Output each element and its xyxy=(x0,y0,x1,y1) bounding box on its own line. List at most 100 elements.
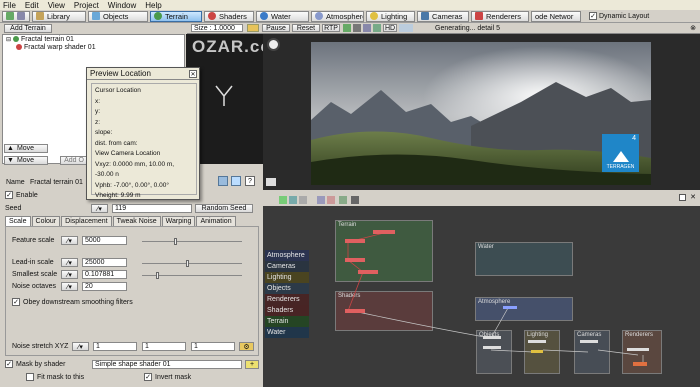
obey-smoothing-checkbox[interactable]: ✓ xyxy=(12,298,20,306)
enable-toggle[interactable]: ✓ Enable xyxy=(5,191,38,199)
menu-file[interactable]: File xyxy=(3,1,16,10)
hd-button[interactable]: HD xyxy=(383,24,397,32)
noise-stretch-anim-button[interactable]: ⁄▾ xyxy=(72,342,89,351)
paste-icon[interactable] xyxy=(231,176,241,186)
render-preview-area[interactable]: 4 TERRAGEN xyxy=(263,34,700,190)
tab-cameras[interactable]: Cameras xyxy=(417,10,469,22)
preview-settings-icon[interactable] xyxy=(247,24,259,32)
stretch-y-field[interactable]: 1 xyxy=(142,342,186,351)
invert-mask-checkbox[interactable]: ✓ xyxy=(144,373,152,381)
tab-colour[interactable]: Colour xyxy=(31,216,61,226)
wireframe-icon[interactable] xyxy=(353,24,361,32)
shader-node-icon xyxy=(16,44,22,50)
tree-item-fractal-terrain[interactable]: ⊟ Fractal terrain 01 xyxy=(3,35,184,43)
dynamic-layout-checkbox[interactable]: ✓ xyxy=(589,12,597,20)
camera-view-icon[interactable] xyxy=(363,24,371,32)
popup-close-icon[interactable]: ✕ xyxy=(189,70,197,78)
stretch-link-button[interactable]: ⚙ xyxy=(239,342,254,351)
mask-by-shader-toggle[interactable]: ✓ Mask by shader xyxy=(5,360,65,368)
slider-thumb[interactable] xyxy=(156,272,159,279)
close-preview-icon[interactable]: ⊗ xyxy=(690,24,696,32)
seed-anim-button[interactable]: ⁄▾ xyxy=(91,204,108,213)
feature-scale-slider[interactable] xyxy=(142,238,242,245)
stretch-z-field[interactable]: 1 xyxy=(191,342,235,351)
tab-scale[interactable]: Scale xyxy=(5,216,31,226)
library-icon xyxy=(36,12,44,20)
smallest-scale-anim-button[interactable]: ⁄▾ xyxy=(61,270,78,279)
tab-lighting[interactable]: Lighting xyxy=(366,10,415,22)
toolbar-icons[interactable] xyxy=(2,10,30,22)
tab-warping[interactable]: Warping xyxy=(161,216,196,226)
feature-scale-anim-button[interactable]: ⁄▾ xyxy=(61,236,78,245)
help-icon[interactable]: ? xyxy=(245,176,255,186)
animate-icon: ⁄▾ xyxy=(67,271,72,279)
move-up-button[interactable]: ▲ Move xyxy=(4,144,48,153)
lighting-view-icon[interactable] xyxy=(373,24,381,32)
cameras-icon xyxy=(421,12,429,20)
seed-field[interactable]: 119 xyxy=(112,204,192,213)
fit-mask-toggle[interactable]: Fit mask to this xyxy=(26,373,84,381)
atmosphere-icon xyxy=(315,12,323,20)
animate-icon: ⁄▾ xyxy=(78,343,83,351)
stretch-x-field[interactable]: 1 xyxy=(93,342,137,351)
menu-window[interactable]: Window xyxy=(108,1,136,10)
invert-mask-toggle[interactable]: ✓ Invert mask xyxy=(144,373,191,381)
menu-help[interactable]: Help xyxy=(145,1,161,10)
lead-in-scale-anim-button[interactable]: ⁄▾ xyxy=(61,258,78,267)
main-toolbar: Library Objects Terrain Shaders Water At… xyxy=(0,10,700,23)
name-value[interactable]: Fractal terrain 01 xyxy=(30,179,83,186)
reset-button[interactable]: Reset xyxy=(292,24,320,32)
compass-icon[interactable] xyxy=(267,38,280,51)
smallest-scale-field[interactable]: 0.107881 xyxy=(82,270,127,279)
water-icon xyxy=(260,12,268,20)
obey-smoothing-toggle[interactable]: ✓ Obey downstream smoothing filters xyxy=(12,298,133,306)
add-terrain-button[interactable]: Add Terrain xyxy=(4,24,52,33)
dynamic-layout-toggle[interactable]: ✓ Dynamic Layout xyxy=(589,12,649,20)
mask-shader-button[interactable]: + xyxy=(245,360,259,369)
add-object-button[interactable]: Add O xyxy=(60,156,88,165)
animate-icon: ⁄▾ xyxy=(67,283,72,291)
size-field[interactable]: Size : 1.0000 xyxy=(191,24,243,32)
mask-shader-field[interactable]: Simple shape shader 01 xyxy=(92,360,242,369)
tab-shaders[interactable]: Shaders xyxy=(204,10,254,22)
tab-objects[interactable]: Objects xyxy=(88,10,148,22)
noise-octaves-anim-button[interactable]: ⁄▾ xyxy=(61,282,78,291)
tab-terrain[interactable]: Terrain xyxy=(150,10,202,22)
tab-water[interactable]: Water xyxy=(256,10,309,22)
view-camera-header: View Camera Location xyxy=(95,150,161,157)
random-seed-button[interactable]: Random Seed xyxy=(195,204,253,213)
expand-icon[interactable]: ⊟ xyxy=(6,36,11,43)
menu-edit[interactable]: Edit xyxy=(25,1,39,10)
smallest-scale-slider[interactable] xyxy=(142,272,242,279)
rtp-button[interactable]: RTP xyxy=(322,24,340,32)
feature-scale-label: Feature scale xyxy=(12,237,55,244)
feature-scale-field[interactable]: 5000 xyxy=(82,236,127,245)
render-image xyxy=(311,42,651,185)
tab-node-network[interactable]: ode Networ xyxy=(531,10,581,22)
slider-thumb[interactable] xyxy=(174,238,177,245)
pause-button[interactable]: Pause xyxy=(262,24,290,32)
zoom-icon[interactable] xyxy=(399,24,413,32)
tab-library[interactable]: Library xyxy=(32,10,86,22)
node-network-panel[interactable]: ✕ Atmosphere Cameras Lighting Objects Re… xyxy=(263,190,700,387)
enable-checkbox[interactable]: ✓ xyxy=(5,191,13,199)
mask-by-shader-checkbox[interactable]: ✓ xyxy=(5,360,13,368)
move-down-button[interactable]: ▼ Move xyxy=(4,156,48,165)
tab-animation[interactable]: Animation xyxy=(196,216,236,226)
cursor-slope: slope: xyxy=(95,129,113,136)
menu-view[interactable]: View xyxy=(48,1,65,10)
copy-icon[interactable] xyxy=(218,176,228,186)
tab-atmosphere[interactable]: Atmosphere xyxy=(311,10,364,22)
render-corner-icon[interactable] xyxy=(266,178,276,186)
preview-mode-icon[interactable] xyxy=(343,24,351,32)
fit-mask-checkbox[interactable] xyxy=(26,373,34,381)
tree-item-warp-shader[interactable]: Fractal warp shader 01 xyxy=(3,43,184,51)
tab-displacement[interactable]: Displacement xyxy=(61,216,112,226)
tab-renderers[interactable]: Renderers xyxy=(471,10,529,22)
lead-in-scale-field[interactable]: 25000 xyxy=(82,258,127,267)
noise-octaves-field[interactable]: 20 xyxy=(82,282,127,291)
tab-tweak-noise[interactable]: Tweak Noise xyxy=(112,216,161,226)
slider-thumb[interactable] xyxy=(186,260,189,267)
menu-project[interactable]: Project xyxy=(74,1,99,10)
lead-in-scale-slider[interactable] xyxy=(142,260,242,267)
